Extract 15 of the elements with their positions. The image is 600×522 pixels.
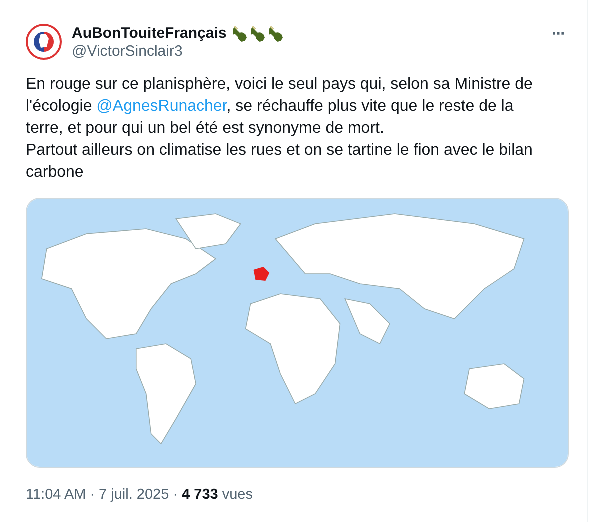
tweet-text: Partout ailleurs on climatise les rues et on se tartine le fion avec le bilan carbone [26, 141, 534, 183]
more-button[interactable]: ··· [548, 26, 569, 44]
champagne-bottle-icon [250, 24, 267, 42]
author-handle[interactable]: @VictorSinclair3 [72, 42, 538, 60]
tweet-time[interactable]: 11:04 AM [26, 487, 86, 503]
tweet-text: En rouge sur ce planisphère, voici le seul pays qui, selon sa Ministre de l'écologie @AgnesRunacher, se réchauffe plus vite que le reste de la terre, et pour qui un bel été est synonyme de mort. [26, 75, 534, 139]
tweet-date[interactable]: 7 juil. 2025 [99, 487, 170, 503]
avatar[interactable] [26, 24, 62, 60]
champagne-bottle-icon [268, 24, 285, 42]
champagne-bottle-icon [232, 24, 249, 42]
views-label: vues [222, 487, 253, 503]
views-count: 4 733 [182, 487, 218, 503]
separator-dot: · [173, 487, 178, 503]
separator-dot: · [90, 487, 96, 503]
author-name[interactable]: AuBonTouiteFrançais [72, 25, 227, 42]
